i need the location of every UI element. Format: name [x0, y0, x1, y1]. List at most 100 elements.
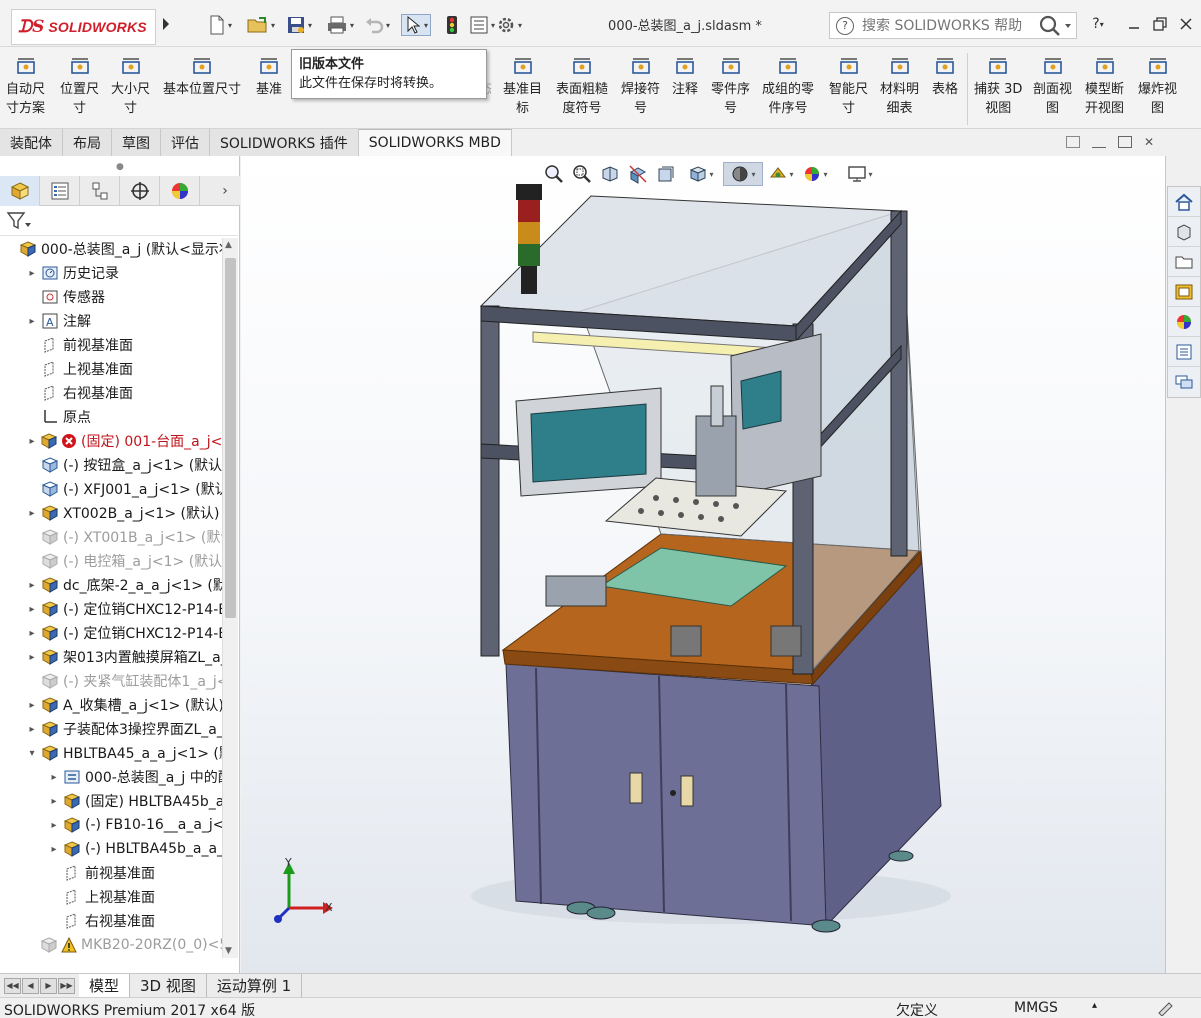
expand-arrow-icon[interactable]: ▸: [26, 700, 38, 711]
appearances-tab[interactable]: [1168, 307, 1200, 337]
save-button[interactable]: ▾: [286, 14, 312, 36]
expand-arrow-icon[interactable]: ▸: [26, 580, 38, 591]
undo-button[interactable]: ▾: [364, 14, 390, 36]
command-weld-symbol[interactable]: 焊接符 号: [621, 55, 660, 118]
tree-node[interactable]: 上视基准面: [26, 358, 133, 380]
doc-restore-icon[interactable]: [1118, 136, 1132, 148]
tree-node[interactable]: (-) XFJ001_a_j<1> (默认): [26, 478, 222, 500]
file-properties-button[interactable]: ▾: [469, 14, 495, 36]
tree-node[interactable]: ▸ 子装配体3操控界面ZL_a_: [26, 718, 222, 740]
unit-system[interactable]: MMGS: [1014, 1000, 1058, 1016]
command-basic-location-dimension[interactable]: 基本位置尺寸: [163, 55, 241, 99]
machine-model[interactable]: [241, 156, 1165, 973]
tab-4[interactable]: SOLIDWORKS 插件: [210, 129, 359, 156]
command-note[interactable]: 注释: [672, 55, 698, 99]
options-button[interactable]: ▾: [496, 14, 522, 36]
expand-arrow-icon[interactable]: ▸: [48, 844, 60, 855]
close-button[interactable]: [1176, 14, 1196, 34]
file-explorer-tab[interactable]: [1168, 247, 1200, 277]
tree-node[interactable]: ▸ (-) FB10-16__a_a_j<1: [48, 814, 222, 836]
tab-5[interactable]: SOLIDWORKS MBD: [358, 129, 512, 156]
next-tab-icon[interactable]: ▶: [40, 977, 57, 994]
custom-properties-tab[interactable]: [1168, 337, 1200, 367]
tree-node[interactable]: (-) 夹紧气缸装配体1_a_j<: [26, 670, 222, 692]
tree-node[interactable]: 前视基准面: [26, 334, 133, 356]
restore-button[interactable]: [1150, 14, 1170, 34]
command-model-break-view[interactable]: 模型断 开视图: [1085, 55, 1124, 118]
command-stacked-balloon[interactable]: 成组的零 件序号: [762, 55, 814, 118]
tree-node[interactable]: 右视基准面: [26, 382, 133, 404]
tree-node[interactable]: 原点: [26, 406, 91, 428]
tab-1[interactable]: 布局: [63, 129, 112, 156]
tree-node[interactable]: ▸ 架013内置触摸屏箱ZL_a_: [26, 646, 222, 668]
first-tab-icon[interactable]: ◀◀: [4, 977, 21, 994]
tree-node[interactable]: 000-总装图_a_j (默认<显示状: [4, 238, 222, 260]
view-palette-tab[interactable]: [1168, 277, 1200, 307]
tree-node[interactable]: MKB20-20RZ(0_0)<5: [26, 934, 222, 956]
feature-manager-tab[interactable]: [0, 176, 40, 206]
rebuild-button[interactable]: [445, 14, 459, 36]
command-surface-finish[interactable]: 表面粗糙 度符号: [556, 55, 608, 118]
doc-close-icon[interactable]: ✕: [1144, 136, 1154, 148]
tab-3[interactable]: 评估: [161, 129, 210, 156]
filter-button[interactable]: [6, 211, 32, 235]
help-search-input[interactable]: [862, 17, 1032, 34]
tree-node[interactable]: 右视基准面: [48, 910, 155, 932]
tab-0[interactable]: 装配体: [0, 129, 63, 156]
expand-arrow-icon[interactable]: ▸: [48, 772, 60, 783]
tree-node[interactable]: ▸ dc_底架-2_a_a_j<1> (默认: [26, 574, 222, 596]
scroll-down-icon[interactable]: ▼: [225, 946, 232, 956]
command-exploded-view[interactable]: 爆炸视 图: [1138, 55, 1177, 118]
bottom-tab-0[interactable]: 模型: [79, 974, 131, 997]
property-manager-tab[interactable]: [40, 176, 80, 206]
tree-node[interactable]: 上视基准面: [48, 886, 155, 908]
expand-arrow-icon[interactable]: ▸: [26, 436, 38, 447]
tree-node[interactable]: ▸ (固定) 001-台面_a_j<: [26, 430, 222, 452]
search-button[interactable]: [1038, 15, 1072, 41]
tree-node[interactable]: ▸ 历史记录: [26, 262, 119, 284]
rebuild-status-icon[interactable]: [1156, 1000, 1174, 1018]
bottom-tab-1[interactable]: 3D 视图: [130, 974, 207, 997]
doc-minimize-icon[interactable]: [1092, 136, 1106, 148]
open-document-button[interactable]: ▾: [247, 14, 275, 36]
tree-node[interactable]: ▸ (-) 定位销CHXC12-P14-E: [26, 598, 222, 620]
tree-scrollbar[interactable]: ▲ ▼: [222, 238, 238, 958]
tree-node[interactable]: (-) XT001B_a_j<1> (默认: [26, 526, 222, 548]
command-section-view[interactable]: 剖面视 图: [1033, 55, 1072, 118]
menu-expand-icon[interactable]: [161, 16, 171, 32]
dimxpert-manager-tab[interactable]: [120, 176, 160, 206]
command-location-dimension[interactable]: 位置尺 寸: [60, 55, 99, 118]
prev-tab-icon[interactable]: ◀: [22, 977, 39, 994]
graphics-viewport[interactable]: ▾ ▾ ▾ ▾ ▾ Y X: [241, 156, 1165, 973]
command-size-dimension[interactable]: 大小尺 寸: [111, 55, 150, 118]
tree-node[interactable]: ▸ XT002B_a_j<1> (默认): [26, 502, 219, 524]
command-bom[interactable]: 材料明 细表: [880, 55, 919, 118]
tile-window-icon[interactable]: [1066, 136, 1080, 148]
new-document-button[interactable]: ▾: [208, 14, 232, 36]
scroll-up-icon[interactable]: ▲: [225, 240, 232, 250]
expand-arrow-icon[interactable]: ▸: [48, 796, 60, 807]
command-capture-3d-view[interactable]: 捕获 3D 视图: [974, 55, 1022, 118]
tree-node[interactable]: ▸ A 注解: [26, 310, 91, 332]
expand-arrow-icon[interactable]: ▸: [26, 508, 38, 519]
tree-node[interactable]: ▸ A_收集槽_a_j<1> (默认): [26, 694, 222, 716]
tree-node[interactable]: 前视基准面: [48, 862, 155, 884]
tree-node[interactable]: ▸ (-) 定位销CHXC12-P14-E: [26, 622, 222, 644]
command-datum[interactable]: 基准: [256, 55, 282, 99]
tree-node[interactable]: (-) 电控箱_a_j<1> (默认: [26, 550, 222, 572]
solidworks-logo[interactable]: ᗪS SOLIDWORKS: [11, 9, 156, 45]
command-balloon[interactable]: 零件序 号: [711, 55, 750, 118]
tree-node[interactable]: (-) 按钮盒_a_j<1> (默认): [26, 454, 222, 476]
command-table[interactable]: 表格: [932, 55, 958, 99]
configuration-manager-tab[interactable]: [80, 176, 120, 206]
expand-arrow-icon[interactable]: ▸: [26, 604, 38, 615]
command-datum-target[interactable]: 基准目 标: [503, 55, 542, 118]
solidworks-forum-tab[interactable]: [1168, 367, 1200, 397]
expand-arrow-icon[interactable]: ▾: [26, 748, 38, 759]
expand-arrow-icon[interactable]: ▸: [26, 652, 38, 663]
tree-node[interactable]: 传感器: [26, 286, 105, 308]
bottom-tab-2[interactable]: 运动算例 1: [207, 974, 303, 997]
more-tabs-button[interactable]: ›: [210, 176, 240, 206]
expand-arrow-icon[interactable]: ▸: [26, 268, 38, 279]
tree-node[interactable]: ▸ 000-总装图_a_j 中的配: [48, 766, 222, 788]
